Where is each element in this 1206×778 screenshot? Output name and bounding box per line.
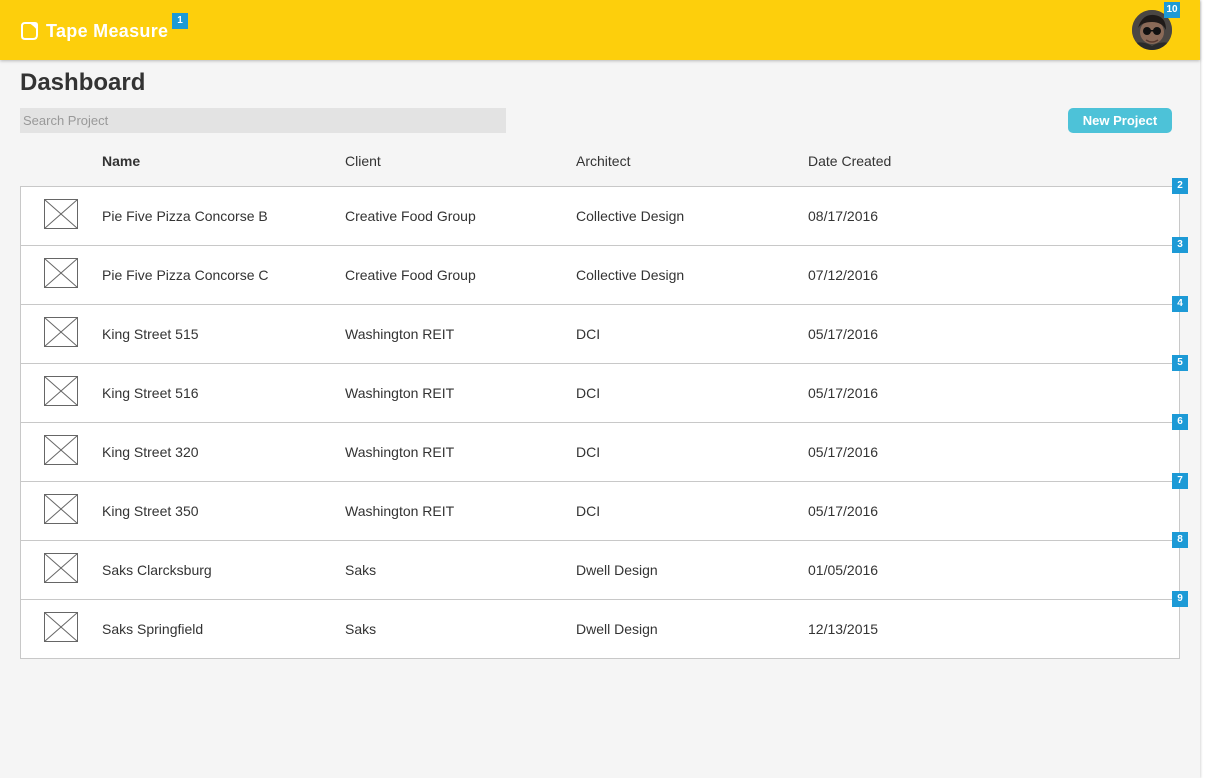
project-date-created: 05/17/2016: [808, 385, 879, 401]
annotation-marker: 4: [1172, 296, 1188, 312]
image-placeholder-icon: [44, 435, 78, 465]
column-header-architect[interactable]: Architect: [576, 153, 630, 169]
project-architect: DCI: [576, 385, 601, 401]
column-header-client[interactable]: Client: [345, 153, 381, 169]
project-row[interactable]: King Street 320 Washington REIT DCI 05/1…: [20, 414, 1188, 482]
image-placeholder-icon: [44, 612, 78, 642]
project-client: Washington REIT: [345, 385, 455, 401]
project-name: King Street 515: [102, 326, 199, 342]
project-name: Saks Springfield: [102, 621, 204, 637]
project-date-created: 05/17/2016: [808, 444, 879, 460]
project-date-created: 05/17/2016: [808, 326, 879, 342]
annotation-marker: 7: [1172, 473, 1188, 489]
annotation-marker: 3: [1172, 237, 1188, 253]
project-name: Pie Five Pizza Concorse B: [102, 208, 268, 224]
project-client: Saks: [345, 621, 377, 637]
project-client: Washington REIT: [345, 444, 455, 460]
project-row[interactable]: Pie Five Pizza Concorse B Creative Food …: [20, 178, 1188, 246]
project-name: Pie Five Pizza Concorse C: [102, 267, 269, 283]
app-logo[interactable]: Tape Measure: [20, 20, 168, 42]
project-row[interactable]: Saks Springfield Saks Dwell Design 12/13…: [20, 591, 1188, 659]
project-name: King Street 320: [102, 444, 199, 460]
project-table: Pie Five Pizza Concorse B Creative Food …: [20, 178, 1188, 659]
app-name: Tape Measure: [46, 21, 169, 41]
project-row[interactable]: King Street 515 Washington REIT DCI 05/1…: [20, 296, 1188, 364]
project-architect: Dwell Design: [576, 621, 658, 637]
annotation-marker: 5: [1172, 355, 1188, 371]
annotation-marker: 8: [1172, 532, 1188, 548]
column-header-name[interactable]: Name: [102, 153, 140, 169]
project-architect: Collective Design: [576, 267, 685, 283]
search-project-input[interactable]: [20, 108, 506, 133]
project-date-created: 01/05/2016: [808, 562, 879, 578]
new-project-button[interactable]: New Project: [1068, 108, 1172, 133]
project-architect: DCI: [576, 444, 601, 460]
project-name: King Street 516: [102, 385, 199, 401]
page: Tape Measure 1 10 Dashboard New Project …: [0, 0, 1200, 778]
image-placeholder-icon: [44, 258, 78, 288]
image-placeholder-icon: [44, 317, 78, 347]
project-client: Washington REIT: [345, 503, 455, 519]
image-placeholder-icon: [44, 376, 78, 406]
project-row[interactable]: Saks Clarcksburg Saks Dwell Design 01/05…: [20, 532, 1188, 600]
annotation-marker: 9: [1172, 591, 1188, 607]
image-placeholder-icon: [44, 553, 78, 583]
project-architect: Collective Design: [576, 208, 685, 224]
app-header: Tape Measure 1 10: [0, 0, 1200, 60]
project-date-created: 12/13/2015: [808, 621, 879, 637]
project-date-created: 08/17/2016: [808, 208, 879, 224]
project-row[interactable]: King Street 516 Washington REIT DCI 05/1…: [20, 355, 1188, 423]
project-architect: DCI: [576, 503, 601, 519]
image-placeholder-icon: [44, 494, 78, 524]
project-architect: DCI: [576, 326, 601, 342]
project-date-created: 05/17/2016: [808, 503, 879, 519]
tape-measure-logo-icon: [21, 22, 38, 40]
project-client: Creative Food Group: [345, 208, 476, 224]
project-name: Saks Clarcksburg: [102, 562, 212, 578]
project-client: Creative Food Group: [345, 267, 476, 283]
annotation-marker: 2: [1172, 178, 1188, 194]
project-row[interactable]: King Street 350 Washington REIT DCI 05/1…: [20, 473, 1188, 541]
page-title: Dashboard: [20, 69, 146, 96]
annotation-marker: 10: [1164, 2, 1180, 18]
column-header-date-created[interactable]: Date Created: [808, 153, 891, 169]
project-client: Washington REIT: [345, 326, 455, 342]
project-row[interactable]: Pie Five Pizza Concorse C Creative Food …: [20, 237, 1188, 305]
image-placeholder-icon: [44, 199, 78, 229]
project-client: Saks: [345, 562, 377, 578]
project-name: King Street 350: [102, 503, 199, 519]
annotation-marker: 1: [172, 13, 188, 29]
project-architect: Dwell Design: [576, 562, 658, 578]
annotation-marker: 6: [1172, 414, 1188, 430]
project-date-created: 07/12/2016: [808, 267, 879, 283]
